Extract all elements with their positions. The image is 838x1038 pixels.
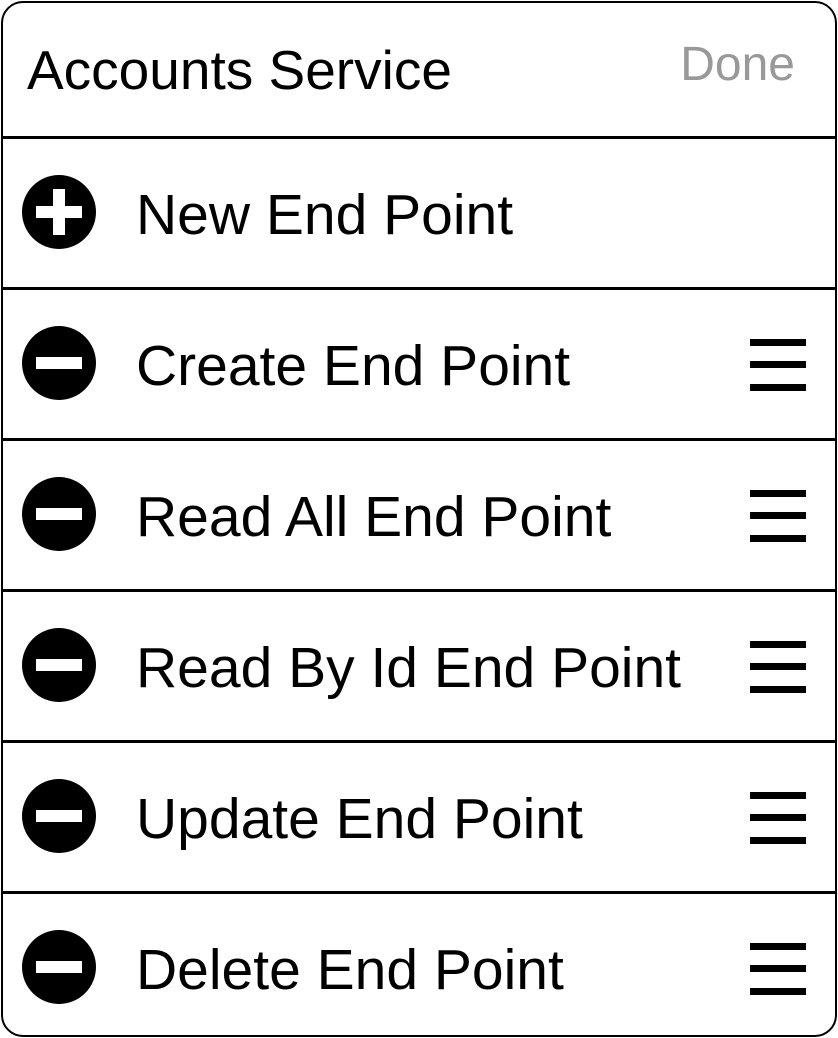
list-item-label: Delete End Point bbox=[136, 938, 564, 1002]
remove-circle-icon[interactable] bbox=[22, 477, 96, 551]
list-item-label: Create End Point bbox=[136, 334, 571, 398]
drag-handle-icon[interactable] bbox=[750, 339, 806, 391]
list-item-label: Update End Point bbox=[136, 787, 583, 851]
remove-circle-icon[interactable] bbox=[22, 930, 96, 1004]
list-item-update-end-point[interactable]: Update End Point bbox=[3, 743, 835, 894]
list-item-delete-end-point[interactable]: Delete End Point bbox=[3, 894, 835, 1035]
drag-handle-icon[interactable] bbox=[750, 943, 806, 995]
panel-header: Accounts Service Done bbox=[3, 3, 835, 139]
list-item-label: Read All End Point bbox=[136, 485, 612, 549]
list-item-read-by-id-end-point[interactable]: Read By Id End Point bbox=[3, 592, 835, 743]
list-item-label: Read By Id End Point bbox=[136, 636, 682, 700]
list-item-label: New End Point bbox=[136, 183, 514, 247]
list-item-read-all-end-point[interactable]: Read All End Point bbox=[3, 441, 835, 592]
remove-circle-icon[interactable] bbox=[22, 326, 96, 400]
endpoint-list-panel: Accounts Service Done New End Point Crea… bbox=[1, 1, 837, 1037]
remove-circle-icon[interactable] bbox=[22, 628, 96, 702]
list-item-new-end-point[interactable]: New End Point bbox=[3, 139, 835, 290]
drag-handle-icon[interactable] bbox=[750, 490, 806, 542]
drag-handle-icon[interactable] bbox=[750, 792, 806, 844]
drag-handle-icon[interactable] bbox=[750, 641, 806, 693]
done-button[interactable]: Done bbox=[680, 37, 795, 93]
page-title: Accounts Service bbox=[27, 39, 452, 101]
remove-circle-icon[interactable] bbox=[22, 779, 96, 853]
add-circle-icon[interactable] bbox=[22, 175, 96, 249]
list-item-create-end-point[interactable]: Create End Point bbox=[3, 290, 835, 441]
